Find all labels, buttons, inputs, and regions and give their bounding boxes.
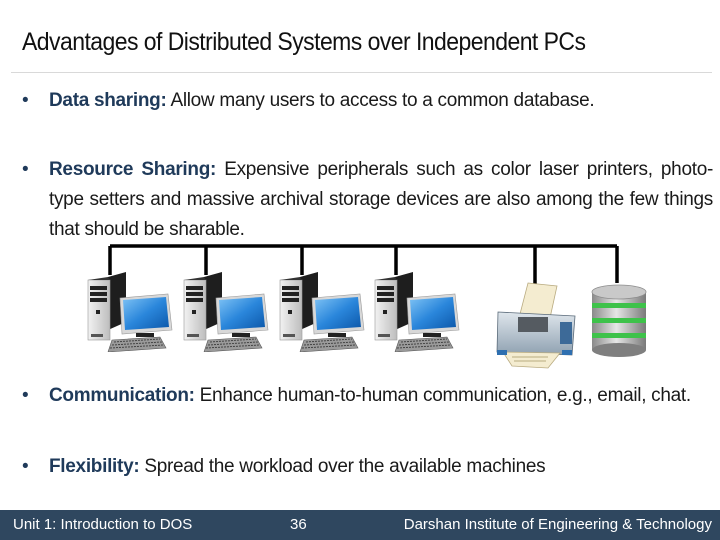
printer-icon (496, 282, 576, 369)
bullet-data-sharing: • Data sharing: Allow many users to acce… (22, 86, 713, 116)
bullet-resource-sharing: • Resource Sharing: Expensive peripheral… (22, 155, 713, 245)
bullet-dot: • (22, 456, 29, 477)
footer-unit: Unit 1: Introduction to DOS (13, 516, 193, 533)
footer-institute: Darshan Institute of Engineering & Techn… (403, 516, 712, 533)
bullet-term: Communication: (49, 385, 195, 406)
computer-icon (374, 272, 460, 352)
bullet-communication: • Communication: Enhance human-to-human … (22, 381, 713, 411)
footer-page-number: 36 (290, 516, 307, 533)
database-icon (591, 284, 647, 357)
bullet-term: Data sharing: (49, 90, 167, 111)
bullet-dot: • (22, 159, 29, 180)
bullet-term: Resource Sharing: (49, 159, 217, 180)
footer-bar: Unit 1: Introduction to DOS 36 Darshan I… (0, 510, 720, 540)
bullet-dot: • (22, 90, 29, 111)
computer-icon (279, 272, 365, 352)
bullet-dot: • (22, 385, 29, 406)
computer-icon (183, 272, 269, 352)
computer-icon (87, 272, 173, 352)
bullet-flexibility: • Flexibility: Spread the workload over … (22, 452, 713, 482)
slide-title: Advantages of Distributed Systems over I… (22, 28, 586, 56)
title-divider (11, 72, 712, 73)
bullet-text: Enhance human-to-human communication, e.… (194, 385, 692, 406)
bullet-text: Spread the workload over the available m… (139, 456, 546, 477)
bullet-text: Allow many users to access to a common d… (166, 90, 595, 111)
network-bus (108, 244, 619, 285)
bullet-term: Flexibility: (49, 456, 140, 477)
